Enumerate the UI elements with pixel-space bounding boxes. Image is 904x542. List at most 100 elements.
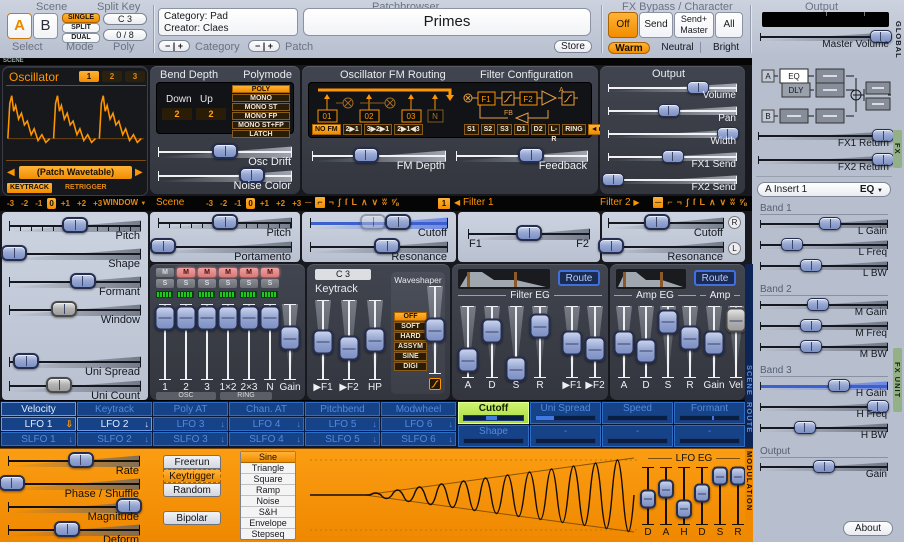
scene-b-button[interactable]: B (33, 13, 58, 39)
mod-target-shape[interactable]: Shape (458, 425, 529, 447)
mod-target-cutoff[interactable]: Cutoff (458, 402, 529, 424)
fx-bypass-off[interactable]: Off (608, 12, 638, 38)
about-button[interactable]: About (843, 521, 893, 536)
fm-depth-slider[interactable]: FM Depth (312, 146, 446, 172)
noise-color-slider[interactable]: Noise Color (158, 166, 292, 192)
polymode-mono-stfp[interactable]: MONO ST+FP (232, 121, 290, 129)
mod-source-lfo2[interactable]: LFO 2↓ (77, 417, 152, 431)
wavetable-prev-icon[interactable]: ◀ (7, 167, 15, 178)
band1-lfreq-slider[interactable]: L Freq (760, 237, 888, 257)
mod-source-lfo6[interactable]: LFO 6↓ (381, 417, 456, 431)
mod-source-slfo2[interactable]: SLFO 2↓ (77, 432, 152, 446)
wavetable-selector[interactable]: (Patch Wavetable) (19, 166, 132, 179)
lfo-shape-noise[interactable]: Noise (241, 496, 295, 507)
fx-routing-diagram[interactable]: A EQ DLY B (760, 64, 892, 126)
mute-ring23-button[interactable]: M (240, 268, 258, 277)
scene-a-button[interactable]: A (7, 13, 32, 39)
lfo-random-button[interactable]: Random (163, 483, 221, 497)
lfo-shape-sine[interactable]: Sine (241, 452, 295, 463)
fx1-send-slider[interactable]: FX1 Send (608, 149, 737, 169)
waveshaper-curve-icon[interactable] (429, 378, 441, 390)
uni-count-slider[interactable]: Uni Count (9, 376, 141, 402)
amp-gain-slider[interactable]: Gain (702, 306, 726, 378)
lfo-shape-stepseq[interactable]: Stepseq (241, 529, 295, 540)
filter-balance-slider[interactable]: F1F2 (468, 224, 590, 250)
filter-config-diagram[interactable]: F1 F2 A FB (460, 84, 588, 124)
scene-octave-selector[interactable]: -3-2-10+1+2+3 (204, 198, 303, 209)
mod-source-slfo3[interactable]: SLFO 3↓ (153, 432, 228, 446)
amp-eg-route-button[interactable]: Route (694, 270, 736, 286)
mute-osc1-button[interactable]: M (156, 268, 174, 277)
osc-drift-slider[interactable]: Osc Drift (158, 142, 292, 168)
master-volume-slider[interactable]: Master Volume (760, 29, 890, 49)
mod-source-slfo6[interactable]: SLFO 6↓ (381, 432, 456, 446)
fx-bypass-send[interactable]: Send (639, 12, 673, 38)
lfo-keytrigger-button[interactable]: Keytrigger (163, 469, 221, 483)
fcfg-d2-button[interactable]: D2 (531, 124, 546, 135)
feg-sustain-slider[interactable]: S (504, 306, 528, 378)
filter2-resonance-slider[interactable]: Resonance (608, 237, 724, 263)
filter2-cutoff-slider[interactable]: Cutoff (608, 213, 724, 239)
mod-target-formant[interactable]: Formant (674, 402, 745, 424)
volume-slider[interactable]: Volume (608, 80, 737, 100)
fm-routing-diagram[interactable]: 01 02 03 N (312, 84, 462, 124)
solo-osc3-button[interactable]: S (198, 279, 216, 288)
osc-tab-3[interactable]: 3 (125, 71, 145, 82)
mod-source-polyat[interactable]: Poly AT (153, 402, 228, 416)
solo-ring23-button[interactable]: S (240, 279, 258, 288)
polymode-latch[interactable]: LATCH (232, 130, 290, 138)
retrigger-toggle[interactable]: RETRIGGER (65, 183, 107, 193)
character-bright[interactable]: Bright (706, 42, 746, 53)
oscillator-waveform-display[interactable] (6, 85, 146, 161)
feg-to-f1-slider[interactable]: ▶F1 (560, 306, 584, 378)
fx2-send-slider[interactable]: FX2 Send (608, 172, 737, 192)
filter2-link-r-button[interactable]: R (728, 216, 741, 229)
mute-ring12-button[interactable]: M (219, 268, 237, 277)
fx2-return-slider[interactable]: FX2 Return (758, 152, 890, 172)
fm-2to1from3-button[interactable]: 2▶1◀3 (394, 124, 422, 135)
category-prev-next-buttons[interactable]: − | + (158, 40, 190, 52)
aeg-decay-slider[interactable]: D (634, 306, 658, 378)
mod-source-chanat[interactable]: Chan. AT (229, 402, 304, 416)
fx1-return-slider[interactable]: FX1 Return (758, 128, 890, 148)
fcfg-s3-button[interactable]: S3 (497, 124, 512, 135)
pitch-slider[interactable]: Pitch (9, 216, 141, 242)
solo-noise-button[interactable]: S (261, 279, 279, 288)
filter2-link-l-button[interactable]: L (728, 242, 741, 255)
band1-lbw-slider[interactable]: L BW (760, 258, 888, 278)
keytrack-f1-slider[interactable]: ▶F1 (311, 300, 335, 380)
polymode-mono-st[interactable]: MONO ST (232, 103, 290, 111)
mode-split-button[interactable]: SPLIT (62, 23, 100, 33)
mod-target-unispread[interactable]: Uni Spread (530, 402, 601, 424)
band3-hbw-slider[interactable]: H BW (760, 420, 888, 440)
aeg-sustain-slider[interactable]: S (656, 306, 680, 378)
band3-hfreq-slider[interactable]: H Freq (760, 399, 888, 419)
filter1-resonance-slider[interactable]: Resonance (310, 237, 448, 263)
fcfg-s1-button[interactable]: S1 (464, 124, 479, 135)
mod-target-speed[interactable]: Speed (602, 402, 673, 424)
band2-mfreq-slider[interactable]: M Freq (760, 318, 888, 338)
character-warm[interactable]: Warm (608, 42, 650, 54)
mute-osc3-button[interactable]: M (198, 268, 216, 277)
portamento-slider[interactable]: Portamento (158, 237, 292, 263)
lfo-bipolar-button[interactable]: Bipolar (163, 511, 221, 525)
band1-lgain-slider[interactable]: L Gain (760, 216, 888, 236)
window-slider[interactable]: Window (9, 300, 141, 326)
mod-target-empty[interactable]: - (674, 425, 745, 447)
feg-to-f2-slider[interactable]: ▶F2 (583, 306, 607, 378)
keytrack-hp-slider[interactable]: HP (363, 300, 387, 380)
filter1-subtype[interactable]: 1 (438, 198, 450, 209)
feg-release-slider[interactable]: R (528, 306, 552, 378)
mod-source-slfo1[interactable]: SLFO 1↓ (1, 432, 76, 446)
fx-slot-selector[interactable]: A Insert 1EQ ▼ (757, 182, 891, 197)
mode-single-button[interactable]: SINGLE (62, 13, 100, 23)
mod-source-lfo1[interactable]: LFO 1⇩ (1, 417, 76, 431)
formant-slider[interactable]: Formant (9, 272, 141, 298)
filter1-cutoff-slider[interactable]: Cutoff (310, 213, 448, 239)
feg-decay-slider[interactable]: D (480, 306, 504, 378)
lfo-shape-triangle[interactable]: Triangle (241, 463, 295, 474)
feg-attack-slider[interactable]: A (456, 306, 480, 378)
mute-osc2-button[interactable]: M (177, 268, 195, 277)
osc-display-mode-dropdown[interactable]: WINDOW ▼ (103, 198, 146, 207)
fm-2to1-button[interactable]: 2▶1 (343, 124, 362, 135)
